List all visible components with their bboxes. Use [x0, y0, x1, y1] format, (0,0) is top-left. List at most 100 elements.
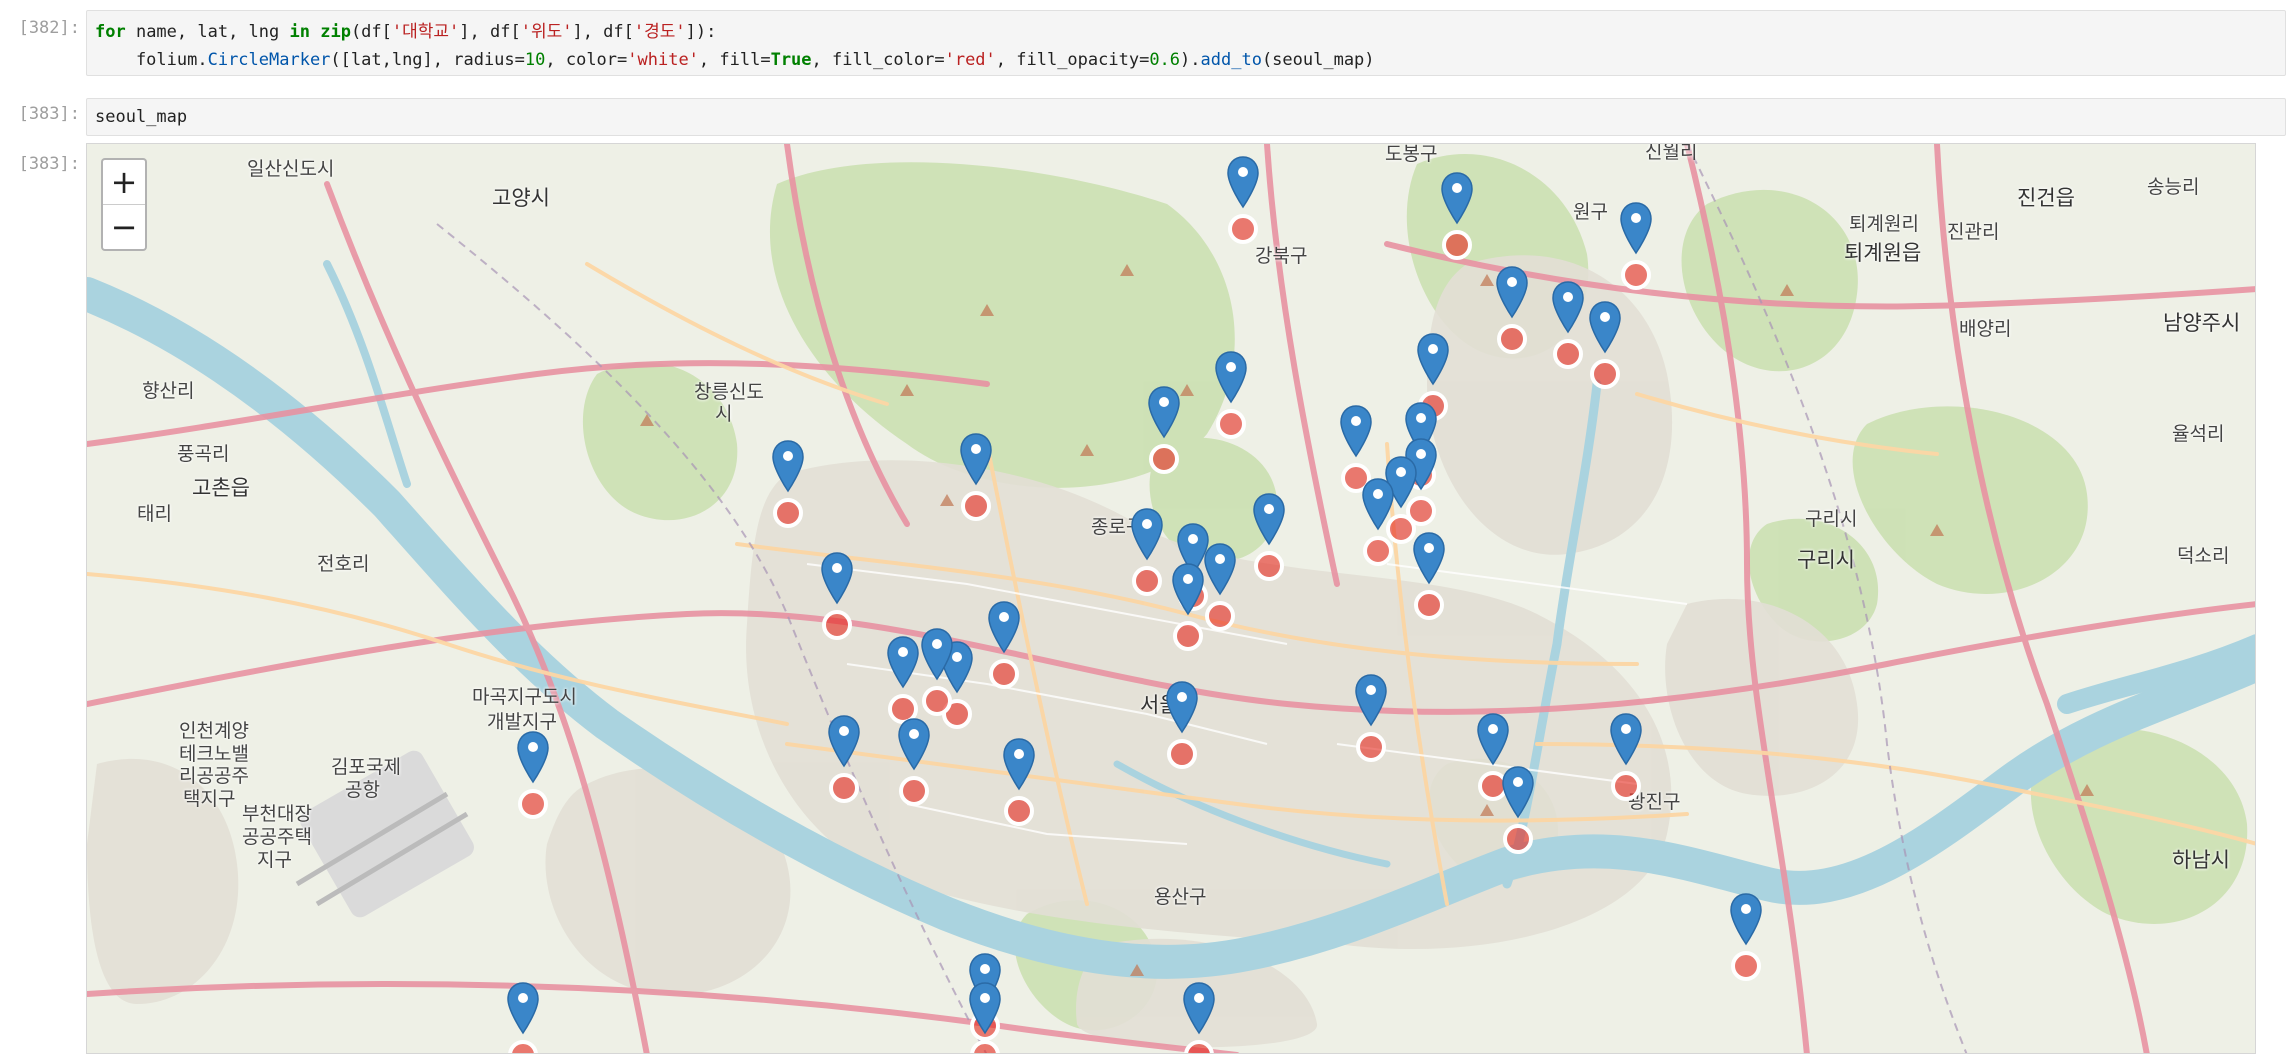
map-marker[interactable]	[1214, 350, 1248, 440]
map-marker[interactable]	[1171, 562, 1205, 652]
pin-body	[887, 636, 919, 689]
pin-dot	[1507, 277, 1517, 287]
map-marker[interactable]	[959, 432, 993, 522]
map-pin-icon	[1730, 893, 1762, 981]
pin-dot	[1513, 777, 1523, 787]
map-marker[interactable]	[1361, 477, 1395, 567]
pin-body	[1131, 508, 1163, 561]
code-token: '대학교'	[391, 22, 460, 42]
map-place-label: 원구	[1573, 201, 1608, 223]
map-place-label: 송능리	[2147, 176, 2200, 198]
map-marker[interactable]	[1440, 171, 1474, 261]
map-place-label: 용산구	[1154, 886, 1207, 908]
circle-marker	[1184, 1040, 1214, 1053]
map-pin-icon	[1003, 738, 1035, 826]
pin-dot	[1396, 467, 1406, 477]
map-place-label: 구리시	[1805, 508, 1858, 530]
map-marker[interactable]	[1252, 492, 1286, 582]
map-place-label: 택지구	[183, 788, 236, 810]
code-line: for name, lat, lng in zip(df['대학교'], df[…	[95, 18, 2277, 46]
map-marker[interactable]	[1165, 680, 1199, 770]
map-marker[interactable]	[1130, 507, 1164, 597]
circle-marker	[1205, 601, 1235, 631]
map-marker[interactable]	[516, 730, 550, 820]
map-marker[interactable]	[771, 439, 805, 529]
map-marker[interactable]	[827, 714, 861, 804]
map-place-label: 진건읍	[2017, 186, 2075, 210]
map-marker[interactable]	[1182, 981, 1216, 1053]
map-marker[interactable]	[1619, 201, 1653, 291]
map-place-label: 배양리	[1959, 318, 2012, 340]
code-token: (seoul_map)	[1261, 50, 1375, 70]
code-token: seoul_map	[95, 107, 188, 127]
circle-marker	[899, 776, 929, 806]
map-pin-icon	[1183, 982, 1215, 1053]
circle-marker	[1216, 409, 1246, 439]
map-marker[interactable]	[1354, 673, 1388, 763]
map-marker[interactable]	[1495, 265, 1529, 355]
map-marker[interactable]	[1203, 542, 1237, 632]
map-marker[interactable]	[1002, 737, 1036, 827]
code-token: zip	[320, 22, 351, 42]
map-marker[interactable]	[886, 635, 920, 725]
circle-marker	[1442, 230, 1472, 260]
map-place-label: 강북구	[1255, 245, 1308, 267]
map-marker[interactable]	[920, 627, 954, 717]
map-pin-icon	[1552, 281, 1584, 369]
code-token: ], df[	[572, 22, 634, 42]
map-marker[interactable]	[987, 600, 1021, 690]
map-marker[interactable]	[1226, 155, 1260, 245]
circle-marker	[773, 498, 803, 528]
circle-marker	[922, 686, 952, 716]
map-marker[interactable]	[506, 981, 540, 1053]
pin-body	[507, 982, 539, 1035]
pin-dot	[839, 726, 849, 736]
map-marker[interactable]	[968, 981, 1002, 1053]
map-marker[interactable]	[897, 717, 931, 807]
pin-body	[1362, 478, 1394, 531]
circle-marker	[1497, 324, 1527, 354]
map-place-label: 고촌읍	[192, 476, 250, 500]
map-marker[interactable]	[1147, 385, 1181, 475]
map-pin-icon	[898, 718, 930, 806]
code-token: add_to	[1200, 50, 1262, 70]
code-token: ]):	[685, 22, 717, 42]
pin-dot	[1177, 692, 1187, 702]
code-token: folium.	[95, 50, 208, 70]
circle-marker	[1004, 796, 1034, 826]
map-place-label: 풍곡리	[177, 443, 230, 465]
map-marker[interactable]	[1412, 531, 1446, 621]
pin-dot	[971, 444, 981, 454]
pin-body	[1253, 493, 1285, 546]
pin-body	[1589, 301, 1621, 354]
map-pin-icon	[921, 628, 953, 716]
map-marker[interactable]	[1588, 300, 1622, 390]
pin-body	[1183, 982, 1215, 1035]
map-marker[interactable]	[1501, 765, 1535, 855]
pin-dot	[832, 563, 842, 573]
map-pin-icon	[1204, 543, 1236, 631]
pin-dot	[783, 451, 793, 461]
zoom-out-button[interactable]: −	[103, 204, 145, 249]
pin-body	[960, 433, 992, 486]
folium-map[interactable]: 일산신도시 고양시 향산리 풍곡리 고촌읍 태리 전호리 마곡지구도시 개발지구 인천계양 테크노밸…	[86, 143, 2256, 1054]
zoom-in-button[interactable]: +	[103, 160, 145, 204]
pin-body	[1477, 713, 1509, 766]
map-pin-icon	[1227, 156, 1259, 244]
map-marker[interactable]	[1551, 280, 1585, 370]
pin-body	[969, 982, 1001, 1035]
pin-body	[1620, 202, 1652, 255]
code-token: 'red'	[944, 50, 996, 70]
code-token: in	[289, 22, 310, 42]
cell-prompt: [382]:	[18, 18, 80, 38]
map-pin-icon	[1253, 493, 1285, 581]
code-input[interactable]: for name, lat, lng in zip(df['대학교'], df[…	[86, 10, 2286, 76]
map-marker[interactable]	[1729, 892, 1763, 982]
pin-dot	[1226, 362, 1236, 372]
code-token: 'white'	[627, 50, 699, 70]
code-input[interactable]: seoul_map	[86, 98, 2286, 136]
map-marker[interactable]	[820, 551, 854, 641]
map-marker[interactable]	[1609, 712, 1643, 802]
code-token: True	[770, 50, 812, 70]
